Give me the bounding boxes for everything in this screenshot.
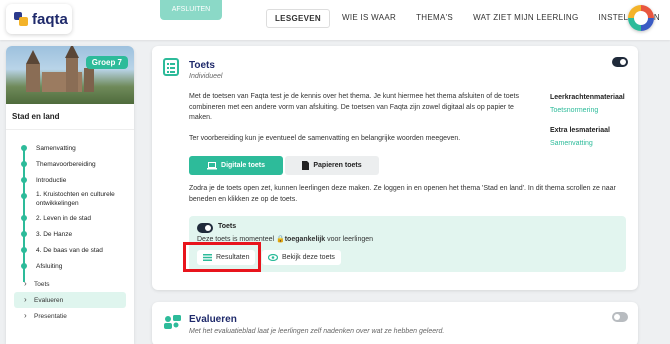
tree-item-label: Introductie bbox=[36, 176, 67, 184]
view-test-button-label: Bekijk deze toets bbox=[282, 254, 335, 261]
chevron-right-icon: › bbox=[24, 295, 27, 304]
tree-item-label: Afsluiting bbox=[36, 262, 63, 270]
samenvatting-link[interactable]: Samenvatting bbox=[550, 140, 625, 147]
evalueren-title: Evalueren bbox=[189, 314, 237, 325]
tree-item-themavoorbereiding[interactable]: Themavoorbereiding bbox=[20, 156, 134, 172]
nav-wie-is-waar[interactable]: WIE IS WAAR bbox=[334, 9, 404, 28]
nav-themas[interactable]: THEMA'S bbox=[408, 9, 461, 28]
tree-item-label: 4. De baas van de stad bbox=[36, 246, 103, 254]
view-test-button[interactable]: Bekijk deze toets bbox=[262, 250, 341, 265]
status-suffix: voor leerlingen bbox=[327, 236, 374, 243]
tree-item-afsluiting[interactable]: Afsluiting bbox=[20, 258, 134, 274]
toets-visibility-toggle[interactable] bbox=[612, 57, 628, 67]
tree-item-lesson-2[interactable]: 2. Leven in de stad bbox=[20, 210, 134, 226]
afsluiten-button-label: AFSLUITEN bbox=[171, 6, 211, 13]
user-avatar[interactable] bbox=[628, 5, 654, 31]
intro-paragraph: Met de toetsen van Faqta test je de kenn… bbox=[189, 93, 519, 121]
top-bar: faqta AFSLUITEN LESGEVEN WIE IS WAAR THE… bbox=[0, 0, 670, 40]
progress-dot-icon bbox=[21, 193, 27, 199]
faqta-logo[interactable]: faqta bbox=[6, 4, 72, 34]
nav-lesgeven[interactable]: LESGEVEN bbox=[266, 9, 330, 28]
sub-item-label: Evalueren bbox=[34, 296, 64, 304]
progress-dot-icon bbox=[21, 145, 27, 151]
chevron-right-icon: › bbox=[24, 279, 27, 288]
tab-digitale-toets[interactable]: Digitale toets bbox=[189, 156, 283, 175]
progress-dot-icon bbox=[21, 231, 27, 237]
document-icon bbox=[302, 161, 310, 170]
card-subtitle: Individueel bbox=[189, 73, 223, 80]
tab-papieren-toets[interactable]: Papieren toets bbox=[285, 156, 379, 175]
extra-material-heading: Extra lesmateriaal bbox=[550, 127, 610, 134]
evalueren-card: Evalueren Met het evaluatieblad laat je … bbox=[152, 302, 638, 344]
sub-item-label: Presentatie bbox=[34, 312, 67, 320]
toets-open-toggle[interactable] bbox=[197, 223, 213, 233]
eye-icon bbox=[268, 254, 278, 261]
afsluiten-button[interactable]: AFSLUITEN bbox=[160, 0, 222, 20]
evalueren-subtitle: Met het evaluatieblad laat je leerlingen… bbox=[189, 328, 445, 335]
evalueren-visibility-toggle[interactable] bbox=[612, 312, 628, 322]
tree-item-lesson-4[interactable]: 4. De baas van de stad bbox=[20, 242, 134, 258]
logo-text: faqta bbox=[32, 10, 68, 28]
main-nav: LESGEVEN WIE IS WAAR THEMA'S WAT ZIET MI… bbox=[266, 9, 668, 28]
preparation-paragraph: Ter voorbereiding kun je eventueel de sa… bbox=[189, 135, 461, 142]
theme-sidebar: Groep 7 Stad en land Samenvatting Themav… bbox=[6, 46, 134, 344]
resources-heading: Leerkrachtenmateriaal bbox=[550, 94, 625, 101]
status-value: toegankelijk bbox=[284, 236, 326, 243]
group-badge: Groep 7 bbox=[85, 56, 128, 69]
tree-item-lesson-1[interactable]: 1. Kruistochten en culturele ontwikkelin… bbox=[20, 188, 134, 210]
checklist-icon bbox=[163, 58, 179, 76]
sub-item-presentatie[interactable]: › Presentatie bbox=[14, 308, 126, 324]
logo-mark-icon bbox=[14, 12, 28, 26]
tree-item-label: 1. Kruistochten en culturele ontwikkelin… bbox=[36, 191, 115, 207]
sub-item-label: Toets bbox=[34, 280, 50, 288]
nav-wat-ziet-mijn-leerling[interactable]: WAT ZIET MIJN LEERLING bbox=[465, 9, 586, 28]
panel-title: Toets bbox=[218, 223, 237, 230]
highlight-box bbox=[183, 242, 261, 272]
tree-item-introductie[interactable]: Introductie bbox=[20, 172, 134, 188]
resources-column: Leerkrachtenmateriaal Toetsnormering Ext… bbox=[550, 94, 625, 147]
progress-dot-icon bbox=[21, 247, 27, 253]
progress-dot-icon bbox=[21, 263, 27, 269]
tab-label: Digitale toets bbox=[221, 162, 265, 169]
lock-icon: 🔒 bbox=[276, 236, 285, 243]
tree-item-label: Themavoorbereiding bbox=[36, 160, 96, 168]
tree-item-label: Samenvatting bbox=[36, 144, 76, 152]
lesson-tree: Samenvatting Themavoorbereiding Introduc… bbox=[6, 130, 134, 282]
people-discussion-icon bbox=[164, 315, 181, 329]
card-title: Toets bbox=[189, 60, 215, 71]
progress-dot-icon bbox=[21, 161, 27, 167]
instructions-paragraph: Zodra je de toets open zet, kunnen leerl… bbox=[189, 185, 616, 203]
sub-item-evalueren[interactable]: › Evalueren bbox=[14, 292, 126, 308]
chevron-right-icon: › bbox=[24, 311, 27, 320]
progress-dot-icon bbox=[21, 215, 27, 221]
tree-item-lesson-3[interactable]: 3. De Hanze bbox=[20, 226, 134, 242]
laptop-icon bbox=[207, 161, 218, 169]
theme-title: Stad en land bbox=[6, 104, 134, 130]
tree-item-label: 2. Leven in de stad bbox=[36, 214, 91, 222]
theme-image: Groep 7 bbox=[6, 46, 134, 104]
progress-dot-icon bbox=[21, 177, 27, 183]
tree-item-label: 3. De Hanze bbox=[36, 230, 73, 238]
tab-label: Papieren toets bbox=[313, 162, 362, 169]
tree-item-samenvatting[interactable]: Samenvatting bbox=[20, 140, 134, 156]
toetsnormering-link[interactable]: Toetsnormering bbox=[550, 107, 625, 114]
sub-item-toets[interactable]: › Toets bbox=[14, 276, 126, 292]
